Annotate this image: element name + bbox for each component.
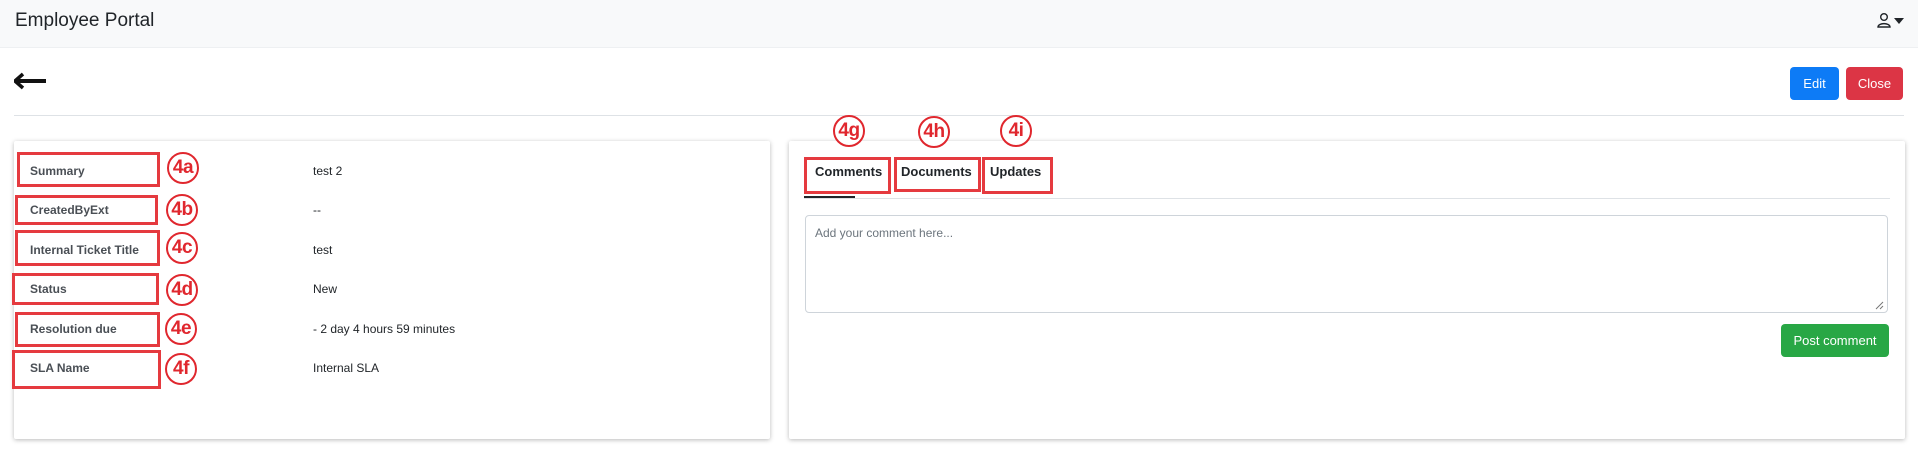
annotation-marker: 4i bbox=[1000, 115, 1032, 147]
annotation-marker: 4d bbox=[166, 274, 198, 306]
user-menu[interactable] bbox=[1876, 12, 1904, 28]
chevron-down-icon bbox=[1894, 18, 1904, 24]
annotation-marker: 4b bbox=[166, 194, 198, 226]
arrow-left-icon[interactable] bbox=[14, 72, 48, 90]
field-value-internal-ticket-title: test bbox=[313, 243, 333, 257]
field-label-internal-ticket-title: Internal Ticket Title bbox=[30, 243, 139, 257]
field-value-sla-name: Internal SLA bbox=[313, 361, 380, 375]
annotation-marker: 4e bbox=[165, 313, 197, 345]
field-label-resolution-due: Resolution due bbox=[30, 322, 117, 336]
annotation-marker: 4c bbox=[166, 232, 198, 264]
annotation-marker: 4h bbox=[918, 116, 950, 148]
field-label-sla-name: SLA Name bbox=[30, 361, 90, 375]
close-button[interactable]: Close bbox=[1846, 67, 1903, 100]
tab-updates[interactable]: Updates bbox=[990, 164, 1041, 179]
top-navbar: Employee Portal bbox=[0, 0, 1918, 48]
comment-input[interactable] bbox=[805, 215, 1888, 313]
user-icon bbox=[1877, 13, 1891, 28]
field-value-status: New bbox=[313, 282, 338, 296]
field-value-summary: test 2 bbox=[313, 164, 343, 178]
field-label-status: Status bbox=[30, 282, 67, 296]
ticket-details-card bbox=[14, 141, 770, 439]
field-value-createdbyext: -- bbox=[313, 203, 321, 217]
field-label-createdbyext: CreatedByExt bbox=[30, 203, 109, 217]
annotation-marker: 4a bbox=[167, 152, 199, 184]
resize-handle-icon[interactable] bbox=[1874, 300, 1884, 310]
field-value-resolution-due: - 2 day 4 hours 59 minutes bbox=[313, 322, 456, 336]
field-label-summary: Summary bbox=[30, 164, 85, 178]
header-divider bbox=[14, 115, 1904, 116]
edit-button[interactable]: Edit bbox=[1790, 67, 1839, 100]
tabs-divider bbox=[804, 198, 1890, 199]
annotation-marker: 4f bbox=[165, 353, 197, 385]
tab-documents[interactable]: Documents bbox=[901, 164, 972, 179]
annotation-marker: 4g bbox=[833, 115, 865, 147]
tab-comments[interactable]: Comments bbox=[815, 164, 882, 179]
post-comment-button[interactable]: Post comment bbox=[1781, 324, 1889, 357]
app-title: Employee Portal bbox=[15, 10, 155, 31]
